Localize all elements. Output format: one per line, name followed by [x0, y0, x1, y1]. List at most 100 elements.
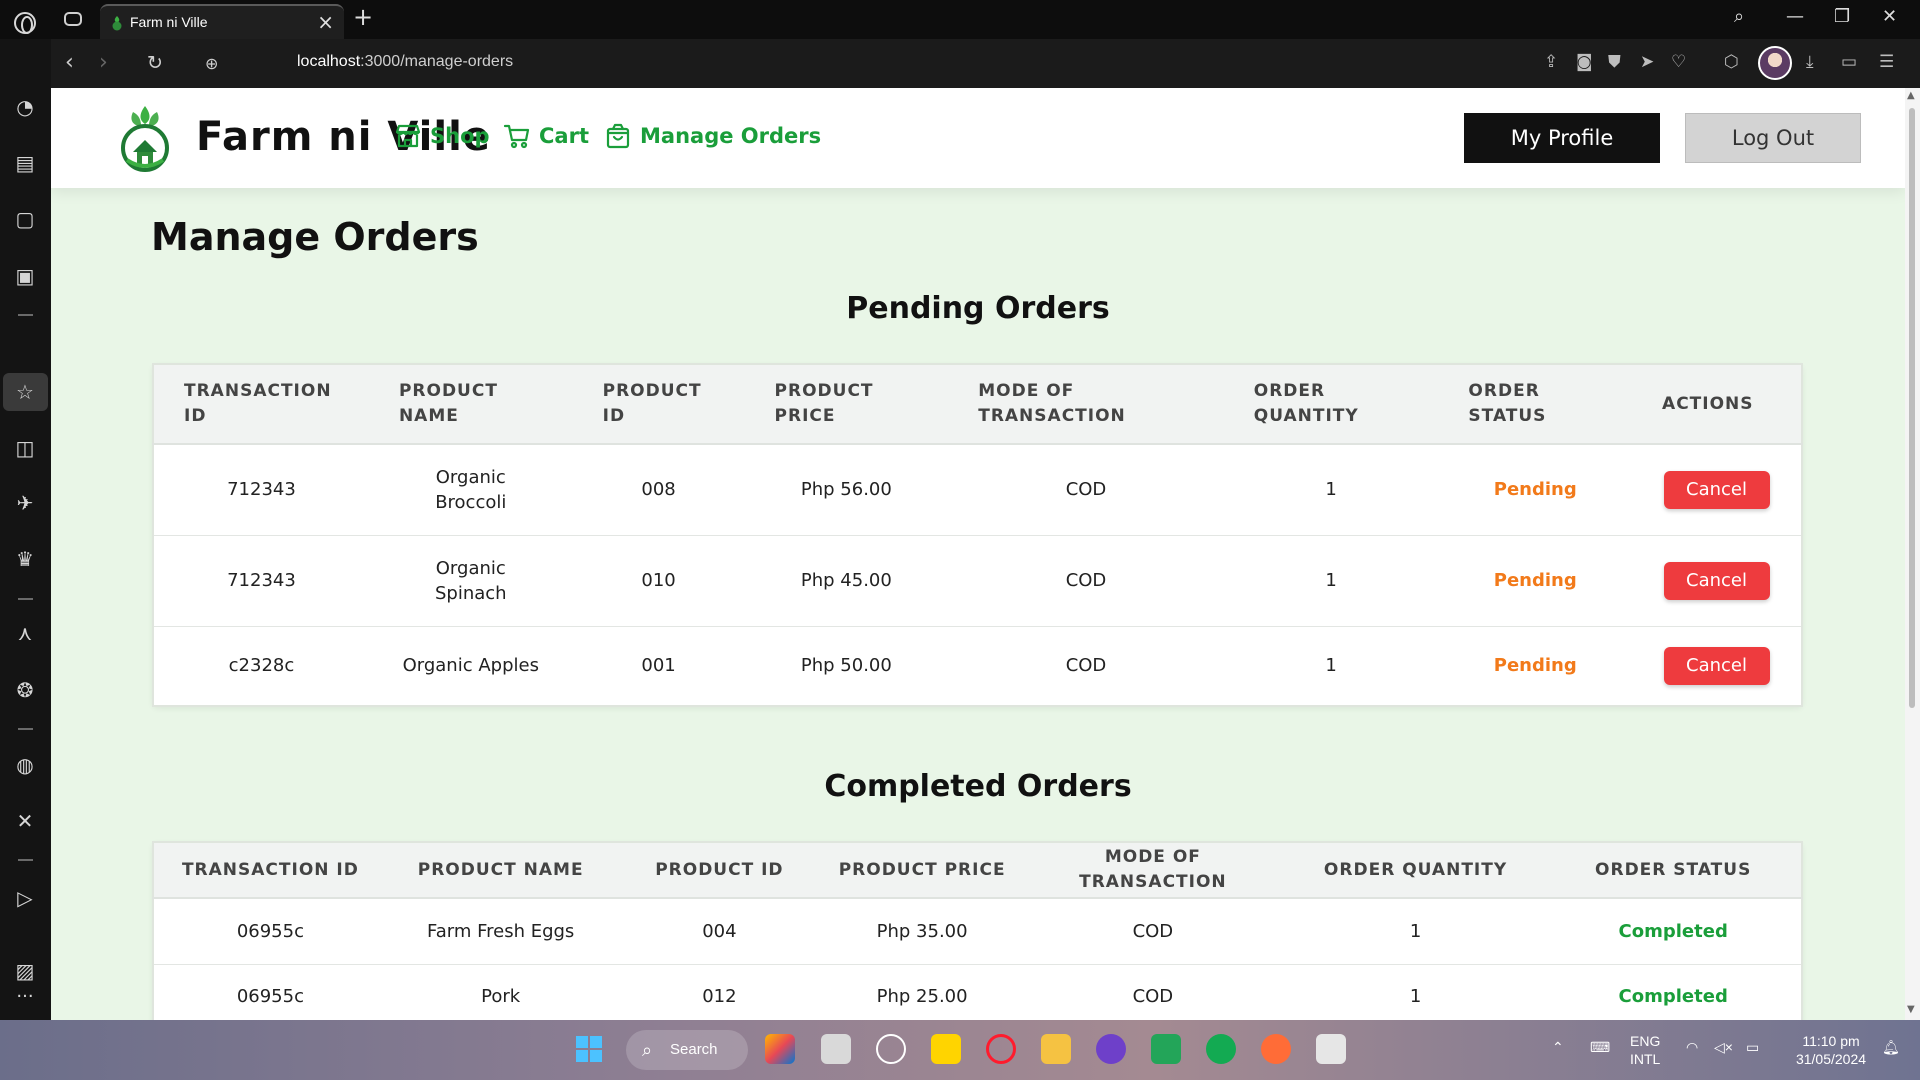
col-header: PRODUCT NAME: [386, 842, 615, 899]
col-header: TRANSACTION ID: [153, 842, 387, 899]
copilot-icon[interactable]: [765, 1034, 795, 1064]
product-name-cell: Farm Fresh Eggs: [386, 898, 615, 965]
status-badge: Completed: [1545, 964, 1802, 1020]
star-icon[interactable]: ☆: [11, 378, 39, 406]
farm-logo-icon[interactable]: [119, 102, 171, 172]
profile-avatar[interactable]: [1758, 46, 1792, 80]
clock[interactable]: 11:10 pm 31/05/2024: [1786, 1032, 1876, 1068]
close-window-icon[interactable]: ✕: [1882, 6, 1897, 27]
postman-icon[interactable]: [1261, 1034, 1291, 1064]
taskbar-search-label: Search: [670, 1041, 718, 1058]
mode-cell: COD: [948, 626, 1224, 707]
keyboard-icon[interactable]: ⌨: [1590, 1038, 1610, 1056]
speaker-muted-icon[interactable]: ◁×: [1714, 1038, 1733, 1056]
log-out-button[interactable]: Log Out: [1685, 113, 1861, 163]
nav-cart[interactable]: Cart: [503, 122, 589, 150]
vscode-icon[interactable]: [1151, 1034, 1181, 1064]
cpu-icon[interactable]: ▣: [11, 262, 39, 290]
search-icon: ⌕: [642, 1040, 653, 1060]
back-icon[interactable]: ‹: [65, 50, 74, 75]
share-icon[interactable]: ⇪: [1544, 52, 1558, 72]
new-tab-icon[interactable]: +: [353, 3, 373, 31]
vpn-shield-icon[interactable]: ⛊: [1608, 52, 1621, 72]
player-icon[interactable]: ▷: [11, 884, 39, 912]
speed-dial-icon[interactable]: ◔: [11, 93, 39, 121]
search-tabs-icon[interactable]: ⌕: [1734, 6, 1744, 27]
status-badge: Pending: [1438, 444, 1633, 536]
opera-taskbar-icon[interactable]: [986, 1034, 1016, 1064]
reload-icon[interactable]: ↻: [147, 52, 163, 74]
nav-manage-orders[interactable]: Manage Orders: [604, 122, 821, 150]
windows-start-icon[interactable]: [574, 1034, 604, 1064]
cancel-order-button[interactable]: Cancel: [1663, 646, 1770, 685]
forward-icon[interactable]: ›: [99, 50, 108, 75]
extensions-icon[interactable]: ⬡: [1724, 52, 1739, 72]
sidebar-separator: [18, 314, 33, 316]
easy-setup-icon[interactable]: ☰: [1879, 52, 1894, 72]
product-price-cell: Php 56.00: [744, 444, 949, 536]
nav-shop[interactable]: Shop: [394, 122, 490, 150]
heart-icon[interactable]: ♡: [1671, 52, 1686, 72]
gamepad-icon[interactable]: ◫: [11, 434, 39, 462]
cancel-order-button[interactable]: Cancel: [1663, 470, 1770, 509]
minimize-icon[interactable]: —: [1786, 6, 1804, 27]
scroll-up-icon[interactable]: ▲: [1907, 90, 1915, 101]
completed-orders-table: TRANSACTION ID PRODUCT NAME PRODUCT ID P…: [152, 841, 1803, 1020]
downloads-icon[interactable]: ⤓: [1806, 52, 1814, 72]
opera-menu-icon[interactable]: [14, 12, 36, 34]
col-header: PRODUCT ID: [572, 364, 745, 445]
transaction-id-cell: c2328c: [153, 626, 369, 707]
table-row: 06955c Farm Fresh Eggs 004 Php 35.00 COD…: [153, 898, 1802, 965]
more-icon[interactable]: ···: [11, 983, 39, 1011]
product-id-cell: 004: [614, 898, 825, 965]
nav-shop-label: Shop: [430, 124, 490, 148]
bag-sidebar-icon[interactable]: ▤: [11, 149, 39, 177]
restore-icon[interactable]: ❐: [1834, 6, 1850, 27]
quantity-cell: 1: [1285, 898, 1546, 965]
snapshot-icon[interactable]: ◙: [1576, 52, 1593, 72]
battery-saver-icon[interactable]: ▭: [1841, 52, 1857, 72]
x-twitter-icon[interactable]: ✕: [11, 807, 39, 835]
scroll-down-icon[interactable]: ▼: [1907, 1004, 1915, 1015]
notifications-icon[interactable]: 🔔︎: [1882, 1038, 1900, 1056]
table-header-row: TRANSACTION ID PRODUCT NAME PRODUCT ID P…: [153, 364, 1802, 445]
cancel-order-button[interactable]: Cancel: [1663, 561, 1770, 600]
github-desktop-icon[interactable]: [1096, 1034, 1126, 1064]
col-header: ORDER QUANTITY: [1285, 842, 1546, 899]
file-explorer-icon[interactable]: [1041, 1034, 1071, 1064]
scrollbar-thumb[interactable]: [1909, 108, 1915, 708]
battery-icon[interactable]: ▭: [1746, 1038, 1759, 1056]
messenger-icon[interactable]: ◍: [11, 751, 39, 779]
product-name-cell: Organic Broccoli: [368, 444, 573, 536]
close-tab-icon[interactable]: ×: [317, 10, 334, 34]
task-view-icon[interactable]: [821, 1034, 851, 1064]
page-scrollbar[interactable]: ▲ ▼: [1905, 88, 1920, 1020]
tab-islands-icon[interactable]: [64, 12, 82, 26]
pending-orders-title: Pending Orders: [846, 291, 1110, 326]
site-info-icon[interactable]: ⊕: [205, 54, 218, 73]
tray-overflow-icon[interactable]: ⌃: [1552, 1038, 1564, 1056]
aria-icon[interactable]: ⋏: [11, 619, 39, 647]
taskbar-search[interactable]: ⌕ Search: [626, 1030, 748, 1070]
crown-icon[interactable]: ♛: [11, 545, 39, 573]
sidebar-separator: [18, 598, 33, 600]
chatgpt-icon[interactable]: ❂: [11, 676, 39, 704]
language-indicator[interactable]: ENG INTL: [1630, 1032, 1660, 1068]
dell-icon[interactable]: [876, 1034, 906, 1064]
mongodb-compass-icon[interactable]: [1206, 1034, 1236, 1064]
twitch-icon[interactable]: ▢: [11, 205, 39, 233]
gallery-icon[interactable]: ▨: [11, 957, 39, 985]
sticky-notes-icon[interactable]: [931, 1034, 961, 1064]
my-profile-button[interactable]: My Profile: [1464, 113, 1660, 163]
product-name-cell: Organic Spinach: [368, 535, 573, 627]
table-header-row: TRANSACTION ID PRODUCT NAME PRODUCT ID P…: [153, 842, 1802, 899]
snipping-tool-icon[interactable]: [1316, 1034, 1346, 1064]
mode-cell: COD: [1020, 964, 1286, 1020]
browser-tab[interactable]: Farm ni Ville ×: [100, 4, 344, 39]
send-icon[interactable]: ➤: [1640, 52, 1654, 72]
plane-icon[interactable]: ✈: [11, 489, 39, 517]
col-header: MODE OF TRANSACTION: [948, 364, 1224, 445]
wifi-icon[interactable]: ◠: [1686, 1038, 1698, 1056]
url-field[interactable]: localhost:3000/manage-orders: [297, 53, 513, 71]
browser-sidebar: ◔ ▤ ▢ ▣ ☆ ◫ ✈ ♛ ⋏ ❂ ◍ ✕ ▷ ▨ ···: [0, 39, 51, 1020]
